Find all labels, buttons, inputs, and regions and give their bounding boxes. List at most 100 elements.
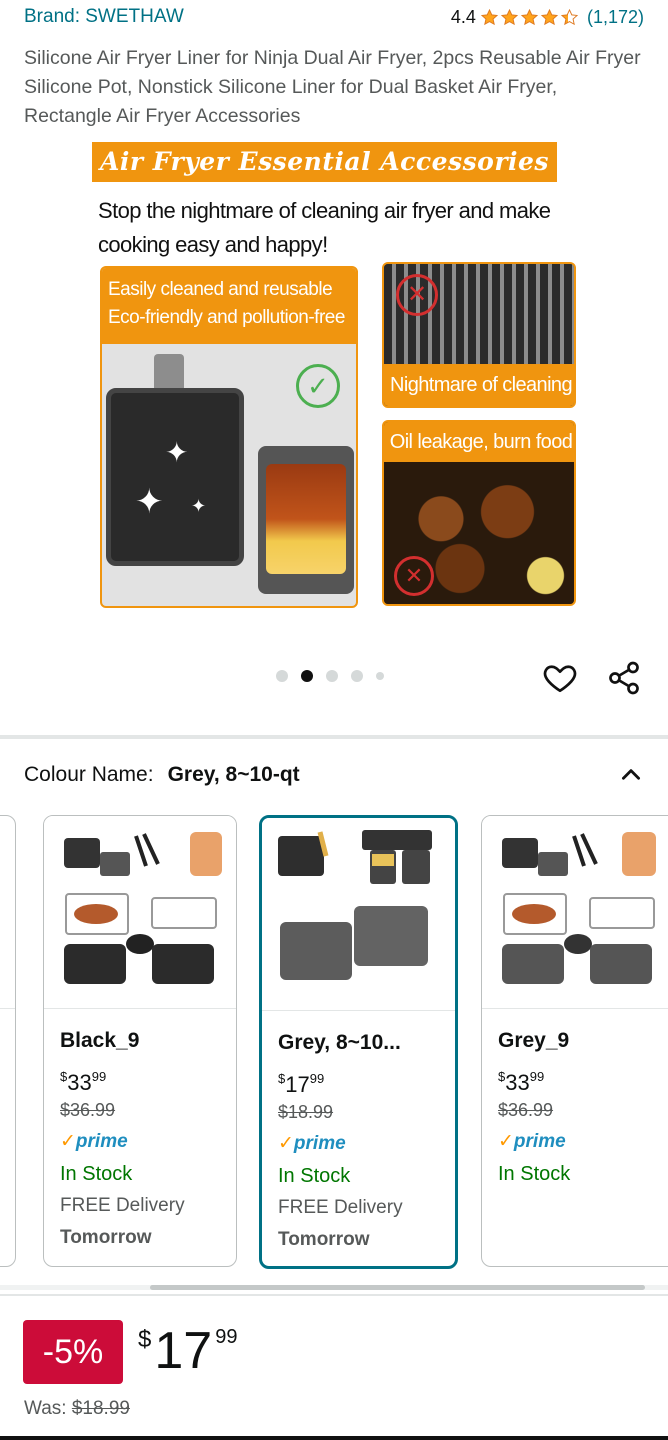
accessory-set-image (502, 832, 656, 984)
was-label: Was: (24, 1398, 72, 1419)
image-panel-clean-label: Easily cleaned and reusable Eco-friendly… (102, 268, 356, 344)
carousel-dot[interactable] (326, 670, 338, 682)
sparkle-icon: ✦ (191, 496, 207, 516)
delivery-text: FREE Delivery (60, 1195, 185, 1216)
brand-link[interactable]: Brand: SWETHAW (24, 6, 184, 28)
delivery-text: FREE Delivery (278, 1197, 403, 1218)
section-divider (0, 1294, 668, 1296)
variation-card-image (482, 816, 668, 1009)
stock-status: In Stock (278, 1165, 351, 1187)
variation-scrollbar-thumb[interactable] (150, 1285, 645, 1290)
share-button[interactable] (606, 660, 642, 696)
variation-header[interactable]: Colour Name: Grey, 8~10-qt (24, 758, 644, 792)
price-fraction: 99 (215, 1326, 238, 1348)
variation-carousel[interactable]: Black_9 $3399 $36.99 ✓prime In Stock FRE… (0, 815, 668, 1271)
star-icon (540, 8, 559, 25)
image-panel-clean: Easily cleaned and reusable Eco-friendly… (100, 266, 358, 608)
image-banner-text: Air Fryer Essential Accessories (92, 142, 558, 182)
variation-price: $1799 (278, 1062, 447, 1097)
share-icon (609, 661, 639, 695)
price-fraction: 99 (309, 1071, 325, 1086)
image-panel-clean-line1: Easily cleaned and reusable (108, 279, 333, 300)
variation-name: Black_9 (60, 1029, 140, 1052)
price-whole: 33 (67, 1070, 92, 1095)
variation-price: $3399 (498, 1060, 668, 1095)
prime-badge: ✓prime (498, 1126, 668, 1158)
prime-badge: ✓prime (278, 1128, 447, 1160)
prime-check-icon: ✓ (60, 1131, 76, 1152)
prime-label: prime (513, 1131, 566, 1152)
variation-name: Grey, 8~10... (278, 1031, 401, 1054)
cross-icon: ✕ (394, 556, 434, 596)
image-panel-clean-line2: Eco-friendly and pollution-free (108, 307, 345, 328)
price-fraction: 99 (529, 1069, 545, 1084)
product-image[interactable]: Air Fryer Essential Accessories Stop the… (90, 138, 590, 612)
variation-card-partial[interactable] (0, 815, 16, 1267)
check-icon: ✓ (296, 364, 340, 408)
image-subtitle-text: Stop the nightmare of cleaning air fryer… (98, 198, 551, 257)
star-icon (480, 8, 499, 25)
food-tray-graphic (258, 446, 354, 594)
star-rating (480, 8, 579, 27)
variation-was-price: $36.99 (498, 1100, 554, 1120)
stock-status: In Stock (60, 1163, 133, 1185)
food-graphic (266, 464, 346, 574)
liner-set-image (278, 830, 432, 980)
price-fraction: 99 (91, 1069, 107, 1084)
carousel-dot-active[interactable] (301, 670, 313, 682)
star-icon (520, 8, 539, 25)
stock-status: In Stock (498, 1163, 571, 1185)
rating-summary[interactable]: 4.4 (1,172) (451, 7, 644, 28)
bottom-edge-bar (0, 1436, 668, 1440)
image-panel-dirty-label: Nightmare of cleaning (384, 364, 574, 406)
variation-selected-value: Grey, 8~10-qt (167, 763, 300, 786)
silicone-basket-graphic: ✦ ✦ ✦ (106, 388, 244, 566)
price-whole: 17 (285, 1072, 310, 1097)
variation-card-info: Grey, 8~10... $1799 $18.99 ✓prime In Sto… (278, 1026, 447, 1256)
variation-card-grey-8-10[interactable]: Grey, 8~10... $1799 $18.99 ✓prime In Sto… (259, 815, 458, 1269)
variation-price: $3399 (60, 1060, 228, 1095)
variation-was-price: $36.99 (60, 1100, 116, 1120)
heart-icon (543, 665, 577, 693)
variation-card-grey-9[interactable]: Grey_9 $3399 $36.99 ✓prime In Stock (481, 815, 668, 1267)
carousel-dot[interactable] (276, 670, 288, 682)
rating-value: 4.4 (450, 6, 476, 27)
wishlist-button[interactable] (542, 660, 578, 696)
carousel-dot[interactable] (351, 670, 363, 682)
price-whole: 33 (505, 1070, 530, 1095)
image-carousel-dots (276, 670, 384, 682)
variation-card-image (44, 816, 236, 1009)
prime-check-icon: ✓ (498, 1131, 514, 1152)
sparkle-icon: ✦ (135, 483, 164, 521)
variation-was-price: $18.99 (278, 1102, 334, 1122)
prime-check-icon: ✓ (278, 1133, 294, 1154)
variation-card-image (262, 818, 455, 1011)
image-panel-burn-label: Oil leakage, burn food (384, 422, 574, 462)
variation-card-info: Black_9 $3399 $36.99 ✓prime In Stock FRE… (60, 1024, 228, 1254)
delivery-day: Tomorrow (278, 1229, 370, 1250)
variation-name: Grey_9 (498, 1029, 570, 1052)
price-currency: $ (138, 1326, 152, 1353)
discount-badge: -5% (23, 1320, 123, 1384)
variation-card-image (0, 816, 15, 1009)
sparkle-icon: ✦ (165, 437, 189, 468)
section-divider (0, 735, 668, 739)
variation-label: Colour Name: (24, 763, 154, 786)
variation-card-black-9[interactable]: Black_9 $3399 $36.99 ✓prime In Stock FRE… (43, 815, 237, 1267)
accessory-set-image (64, 832, 222, 984)
carousel-dot[interactable] (376, 672, 384, 680)
was-price: $18.99 (71, 1398, 130, 1419)
was-price-row: Was: $18.99 (24, 1398, 130, 1420)
rating-count-link[interactable]: (1,172) (587, 7, 644, 28)
prime-badge: ✓prime (60, 1126, 228, 1158)
image-panel-dirty: ✕ Nightmare of cleaning (382, 262, 576, 408)
chevron-up-icon[interactable] (618, 762, 644, 788)
variation-card-info: Grey_9 $3399 $36.99 ✓prime In Stock (498, 1024, 668, 1190)
star-icon (500, 8, 519, 25)
current-price: $ 17 99 (138, 1316, 237, 1386)
star-icon (560, 8, 579, 25)
prime-label: prime (293, 1133, 346, 1154)
price-whole: 17 (154, 1322, 213, 1380)
brand-rating-row: Brand: SWETHAW 4.4 (1,172) (24, 4, 644, 30)
image-panel-burn: Oil leakage, burn food ✕ (382, 420, 576, 606)
